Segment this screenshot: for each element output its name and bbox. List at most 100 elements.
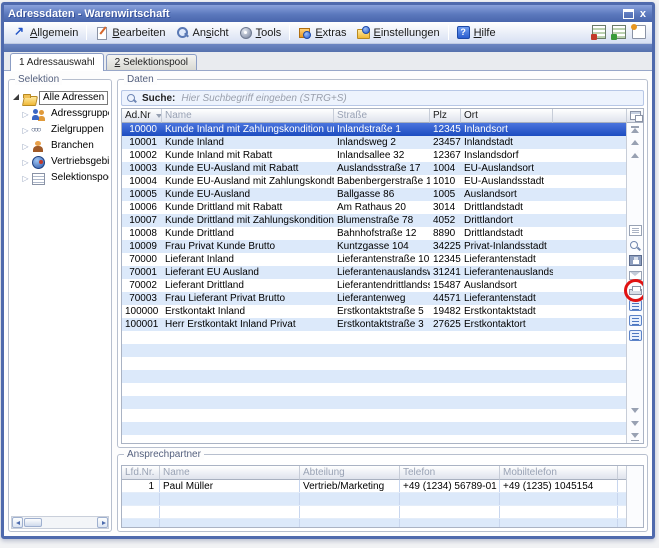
cell: Erstkontaktstraße 3 (334, 318, 430, 331)
column-header-name[interactable]: Name (162, 109, 334, 123)
tab-2-selektionspool[interactable]: 2 Selektionspool (106, 54, 197, 70)
page-up-icon[interactable] (631, 152, 639, 159)
table-export-red-icon[interactable] (592, 25, 606, 39)
print-button[interactable] (629, 285, 642, 297)
menu-extras[interactable]: Extras (293, 24, 351, 41)
scroll-left-icon[interactable] (12, 517, 23, 528)
sidebar-item-adressgruppen[interactable]: ▷Adressgruppen (11, 106, 109, 122)
column-header-ort[interactable]: Ort (461, 109, 553, 123)
table-row[interactable]: 70003Frau Lieferant Privat BruttoLiefera… (122, 292, 626, 305)
horizontal-scrollbar[interactable] (11, 516, 109, 529)
tab-1-adressauswahl[interactable]: 1 Adressauswahl (10, 53, 104, 71)
mail-button[interactable] (629, 270, 642, 282)
column-header-mobiltelefon[interactable]: Mobiltelefon (500, 466, 618, 480)
empty-row[interactable] (122, 396, 626, 409)
column-header-stra-e[interactable]: Straße (334, 109, 430, 123)
table-row[interactable]: 10003Kunde EU-Ausland mit RabattAuslands… (122, 162, 626, 175)
tree-expander-closed-icon[interactable]: ▷ (21, 158, 30, 167)
table-row[interactable]: 100001Herr Erstkontakt Inland PrivatErst… (122, 318, 626, 331)
menu-separator (448, 25, 449, 40)
row-down-icon[interactable] (631, 420, 639, 427)
cell: Kunde EU-Ausland mit Rabatt (162, 162, 334, 175)
column-header-abteilung[interactable]: Abteilung (300, 466, 400, 480)
tree-expander-open-icon[interactable] (13, 94, 19, 100)
table-row[interactable]: 10005Kunde EU-AuslandBallgasse 861005Aus… (122, 188, 626, 201)
column-header-ad-nr[interactable]: Ad.Nr (122, 109, 162, 123)
scrollbar-thumb[interactable] (24, 518, 42, 527)
empty-row[interactable] (122, 435, 626, 443)
table-export-green-icon[interactable] (612, 25, 626, 39)
sidebar-item-selektionspools[interactable]: ▷Selektionspools (11, 170, 109, 186)
empty-row[interactable] (122, 409, 626, 422)
row-up-icon[interactable] (631, 139, 639, 146)
menu-einstellungen[interactable]: Einstellungen (352, 24, 445, 41)
menu-bearbeiten[interactable]: Bearbeiten (90, 24, 170, 41)
table-row[interactable]: 10004Kunde EU-Ausland mit Zahlungskondti… (122, 175, 626, 188)
table-row[interactable]: 100000Erstkontakt InlandErstkontaktstraß… (122, 305, 626, 318)
empty-row[interactable] (122, 493, 626, 506)
menu-label: Extras (315, 27, 346, 39)
search-input[interactable]: Suche: Hier Suchbegriff eingeben (STRG+S… (121, 90, 644, 106)
column-header-plz[interactable]: Plz (430, 109, 461, 123)
column-header-label: Lfd.Nr. (125, 466, 154, 479)
cell: Kunde Inland mit Zahlungskondition und L… (162, 123, 334, 136)
scroll-top-icon[interactable] (631, 126, 639, 133)
table-row[interactable]: 10000Kunde Inland mit Zahlungskondition … (122, 123, 626, 136)
menu-hilfe[interactable]: Hilfe (452, 24, 501, 41)
scroll-bottom-icon[interactable] (631, 433, 639, 440)
cell: 12367 (430, 149, 461, 162)
scroll-right-icon[interactable] (97, 517, 108, 528)
table-row[interactable]: 1Paul MüllerVertrieb/Marketing+49 (1234)… (122, 480, 626, 493)
column-header-telefon[interactable]: Telefon (400, 466, 500, 480)
title-bar[interactable]: Adressdaten - Warenwirtschaft x (4, 5, 652, 22)
empty-row[interactable] (122, 422, 626, 435)
tree-expander-closed-icon[interactable]: ▷ (21, 126, 30, 135)
empty-row[interactable] (122, 383, 626, 396)
save-button[interactable] (629, 255, 642, 267)
column-header-name[interactable]: Name (160, 466, 300, 480)
cell: Auslandsort (461, 188, 553, 201)
close-window-icon[interactable]: x (640, 9, 646, 19)
table-row[interactable]: 70000Lieferant InlandLieferantenstraße 1… (122, 253, 626, 266)
contact-card-button[interactable] (629, 225, 642, 237)
empty-row[interactable] (122, 357, 626, 370)
sidebar-item-alle-adressen[interactable]: Alle Adressen (11, 90, 109, 106)
search-button[interactable] (629, 240, 642, 252)
table-row[interactable]: 10006Kunde Drittland mit RabattAm Rathau… (122, 201, 626, 214)
sidebar-item-zielgruppen[interactable]: ▷Zielgruppen (11, 122, 109, 138)
menu-ansicht[interactable]: Ansicht (171, 24, 234, 41)
column-header-lfd-nr-[interactable]: Lfd.Nr. (122, 466, 160, 480)
menu-tools[interactable]: Tools (234, 24, 287, 41)
selection-list-button[interactable] (629, 315, 642, 327)
menu-allgemein[interactable]: Allgemein (8, 24, 83, 41)
tree-expander-closed-icon[interactable]: ▷ (21, 110, 30, 119)
cell: Drittlandstadt (461, 201, 553, 214)
column-chooser-button[interactable] (627, 109, 643, 123)
table-row[interactable]: 10007Kunde Drittland mit Zahlungskonditi… (122, 214, 626, 227)
sidebar-item-branchen[interactable]: ▷Branchen (11, 138, 109, 154)
sort-descending-icon (156, 114, 162, 118)
empty-row[interactable] (122, 331, 626, 344)
tree-expander-closed-icon[interactable]: ▷ (21, 142, 30, 151)
cell: Frau Lieferant Privat Brutto (162, 292, 334, 305)
table-row[interactable]: 10002Kunde Inland mit RabattInlandsallee… (122, 149, 626, 162)
sidebar-item-vertriebsgebiete[interactable]: ▷Vertriebsgebiete (11, 154, 109, 170)
restore-window-icon[interactable] (623, 9, 634, 19)
empty-row[interactable] (122, 370, 626, 383)
page-down-icon[interactable] (631, 407, 639, 414)
table-row[interactable]: 10008Kunde DrittlandBahnhofstraße 128890… (122, 227, 626, 240)
cell: Erstkontaktstraße 5 (334, 305, 430, 318)
cell-filler (553, 266, 626, 279)
table-row[interactable]: 70001Lieferant EU AuslandLieferantenausl… (122, 266, 626, 279)
tree-expander-closed-icon[interactable]: ▷ (21, 174, 30, 183)
empty-row[interactable] (122, 506, 626, 519)
selection-list-button[interactable] (629, 330, 642, 342)
empty-row[interactable] (122, 519, 626, 527)
table-row[interactable]: 10009Frau Privat Kunde BruttoKuntzgasse … (122, 240, 626, 253)
empty-row[interactable] (122, 344, 626, 357)
table-row[interactable]: 70002Lieferant DrittlandLieferantendritt… (122, 279, 626, 292)
daten-group: Daten Suche: Hier Suchbegriff eingeben (… (117, 79, 648, 448)
table-row[interactable]: 10001Kunde InlandInlandsweg 223457Inland… (122, 136, 626, 149)
new-document-icon[interactable] (632, 25, 646, 39)
selection-list-button[interactable] (629, 300, 642, 312)
